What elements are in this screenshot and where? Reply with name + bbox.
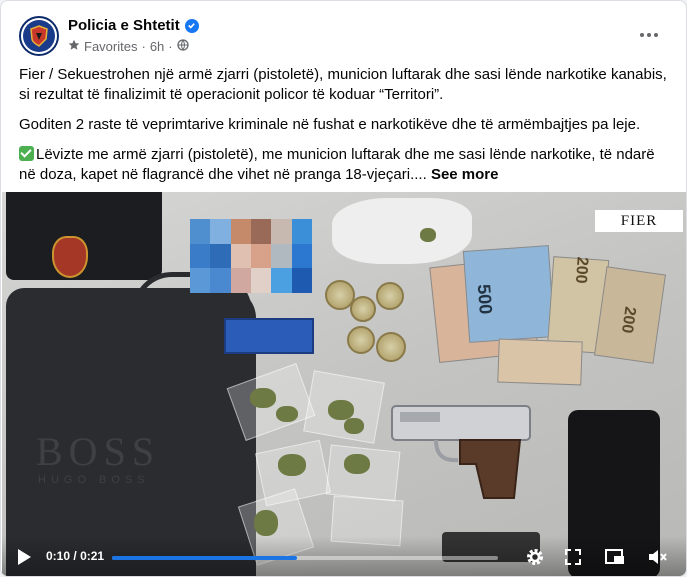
progress-bar[interactable]: [112, 556, 498, 560]
post-body: Fier / Sekuestrohen një armë zjarri (pis…: [19, 65, 669, 195]
pistol-image: [391, 405, 531, 499]
tissue-image: [332, 198, 472, 264]
banknote-value: 500: [473, 283, 496, 315]
cannabis-bud-image: [344, 418, 364, 434]
video-time: 0:10 / 0:21: [46, 549, 104, 563]
post-time[interactable]: 6h: [150, 39, 164, 54]
cannabis-bud-image: [250, 388, 276, 408]
verified-badge-icon: [184, 18, 199, 33]
time-total: 0:21: [80, 549, 105, 563]
facebook-post-card: Policia e Shtetit Favorites · 6h · Fier …: [0, 0, 687, 577]
picture-in-picture-icon[interactable]: [604, 546, 626, 568]
cannabis-bud-image: [420, 228, 436, 242]
post-paragraph-2: Goditen 2 raste të veprimtarive kriminal…: [19, 116, 641, 133]
page-name-text[interactable]: Policia e Shtetit: [68, 17, 180, 34]
post-paragraph-1: Fier / Sekuestrohen një armë zjarri (pis…: [19, 66, 667, 103]
star-icon: [68, 39, 80, 54]
rolling-papers-image: [224, 318, 314, 354]
cannabis-bud-image: [278, 454, 306, 476]
coin-image: [350, 296, 376, 322]
time-current: 0:10: [46, 549, 71, 563]
settings-gear-icon[interactable]: [524, 546, 546, 568]
police-emblem-icon: [23, 20, 55, 52]
blurred-package-image: [190, 219, 312, 293]
banknote-value: 200: [571, 256, 591, 285]
progress-fill: [112, 556, 298, 560]
meta-separator: ·: [141, 39, 146, 54]
post-meta: Favorites · 6h ·: [68, 39, 189, 54]
post-paragraph-3: Lëvizte me armë zjarri (pistoletë), me m…: [19, 146, 655, 183]
more-options-icon[interactable]: [634, 23, 664, 47]
meta-separator-2: ·: [168, 39, 173, 54]
bag-brand: BOSS: [36, 429, 161, 474]
cannabis-bud-image: [344, 454, 370, 474]
play-icon[interactable]: [18, 549, 31, 565]
bag-brand-sub: HUGO BOSS: [38, 474, 150, 486]
banknote-image: 200: [594, 266, 666, 364]
volume-muted-icon[interactable]: [646, 546, 668, 568]
banknote-image: 500: [462, 245, 556, 343]
coin-image: [347, 326, 375, 354]
video-controls: 0:10 / 0:21: [2, 536, 686, 576]
cannabis-bud-image: [328, 400, 354, 420]
page-avatar[interactable]: [19, 16, 59, 56]
banknote-image: [497, 338, 583, 386]
bag-image: BOSS HUGO BOSS: [6, 288, 256, 576]
see-more-link[interactable]: See more: [431, 166, 499, 183]
police-watermark-icon: [52, 236, 88, 278]
post-header: Policia e Shtetit Favorites · 6h ·: [17, 13, 670, 61]
cannabis-bud-image: [276, 406, 298, 422]
favorites-label[interactable]: Favorites: [84, 39, 137, 54]
banknote-value: 200: [617, 305, 639, 335]
location-watermark: FIER: [595, 210, 683, 232]
time-separator: /: [73, 549, 77, 563]
cannabis-bud-image: [254, 510, 278, 536]
coin-image: [376, 282, 404, 310]
coin-image: [376, 332, 406, 362]
check-mark-icon: [19, 146, 34, 161]
post-paragraph-3-wrap: Lëvizte me armë zjarri (pistoletë), me m…: [19, 145, 669, 185]
fullscreen-icon[interactable]: [562, 546, 584, 568]
globe-icon[interactable]: [176, 39, 189, 54]
video-player[interactable]: BOSS HUGO BOSS 500 200 200 FIER 0:10 / 0…: [2, 192, 686, 576]
page-name[interactable]: Policia e Shtetit: [68, 17, 199, 34]
